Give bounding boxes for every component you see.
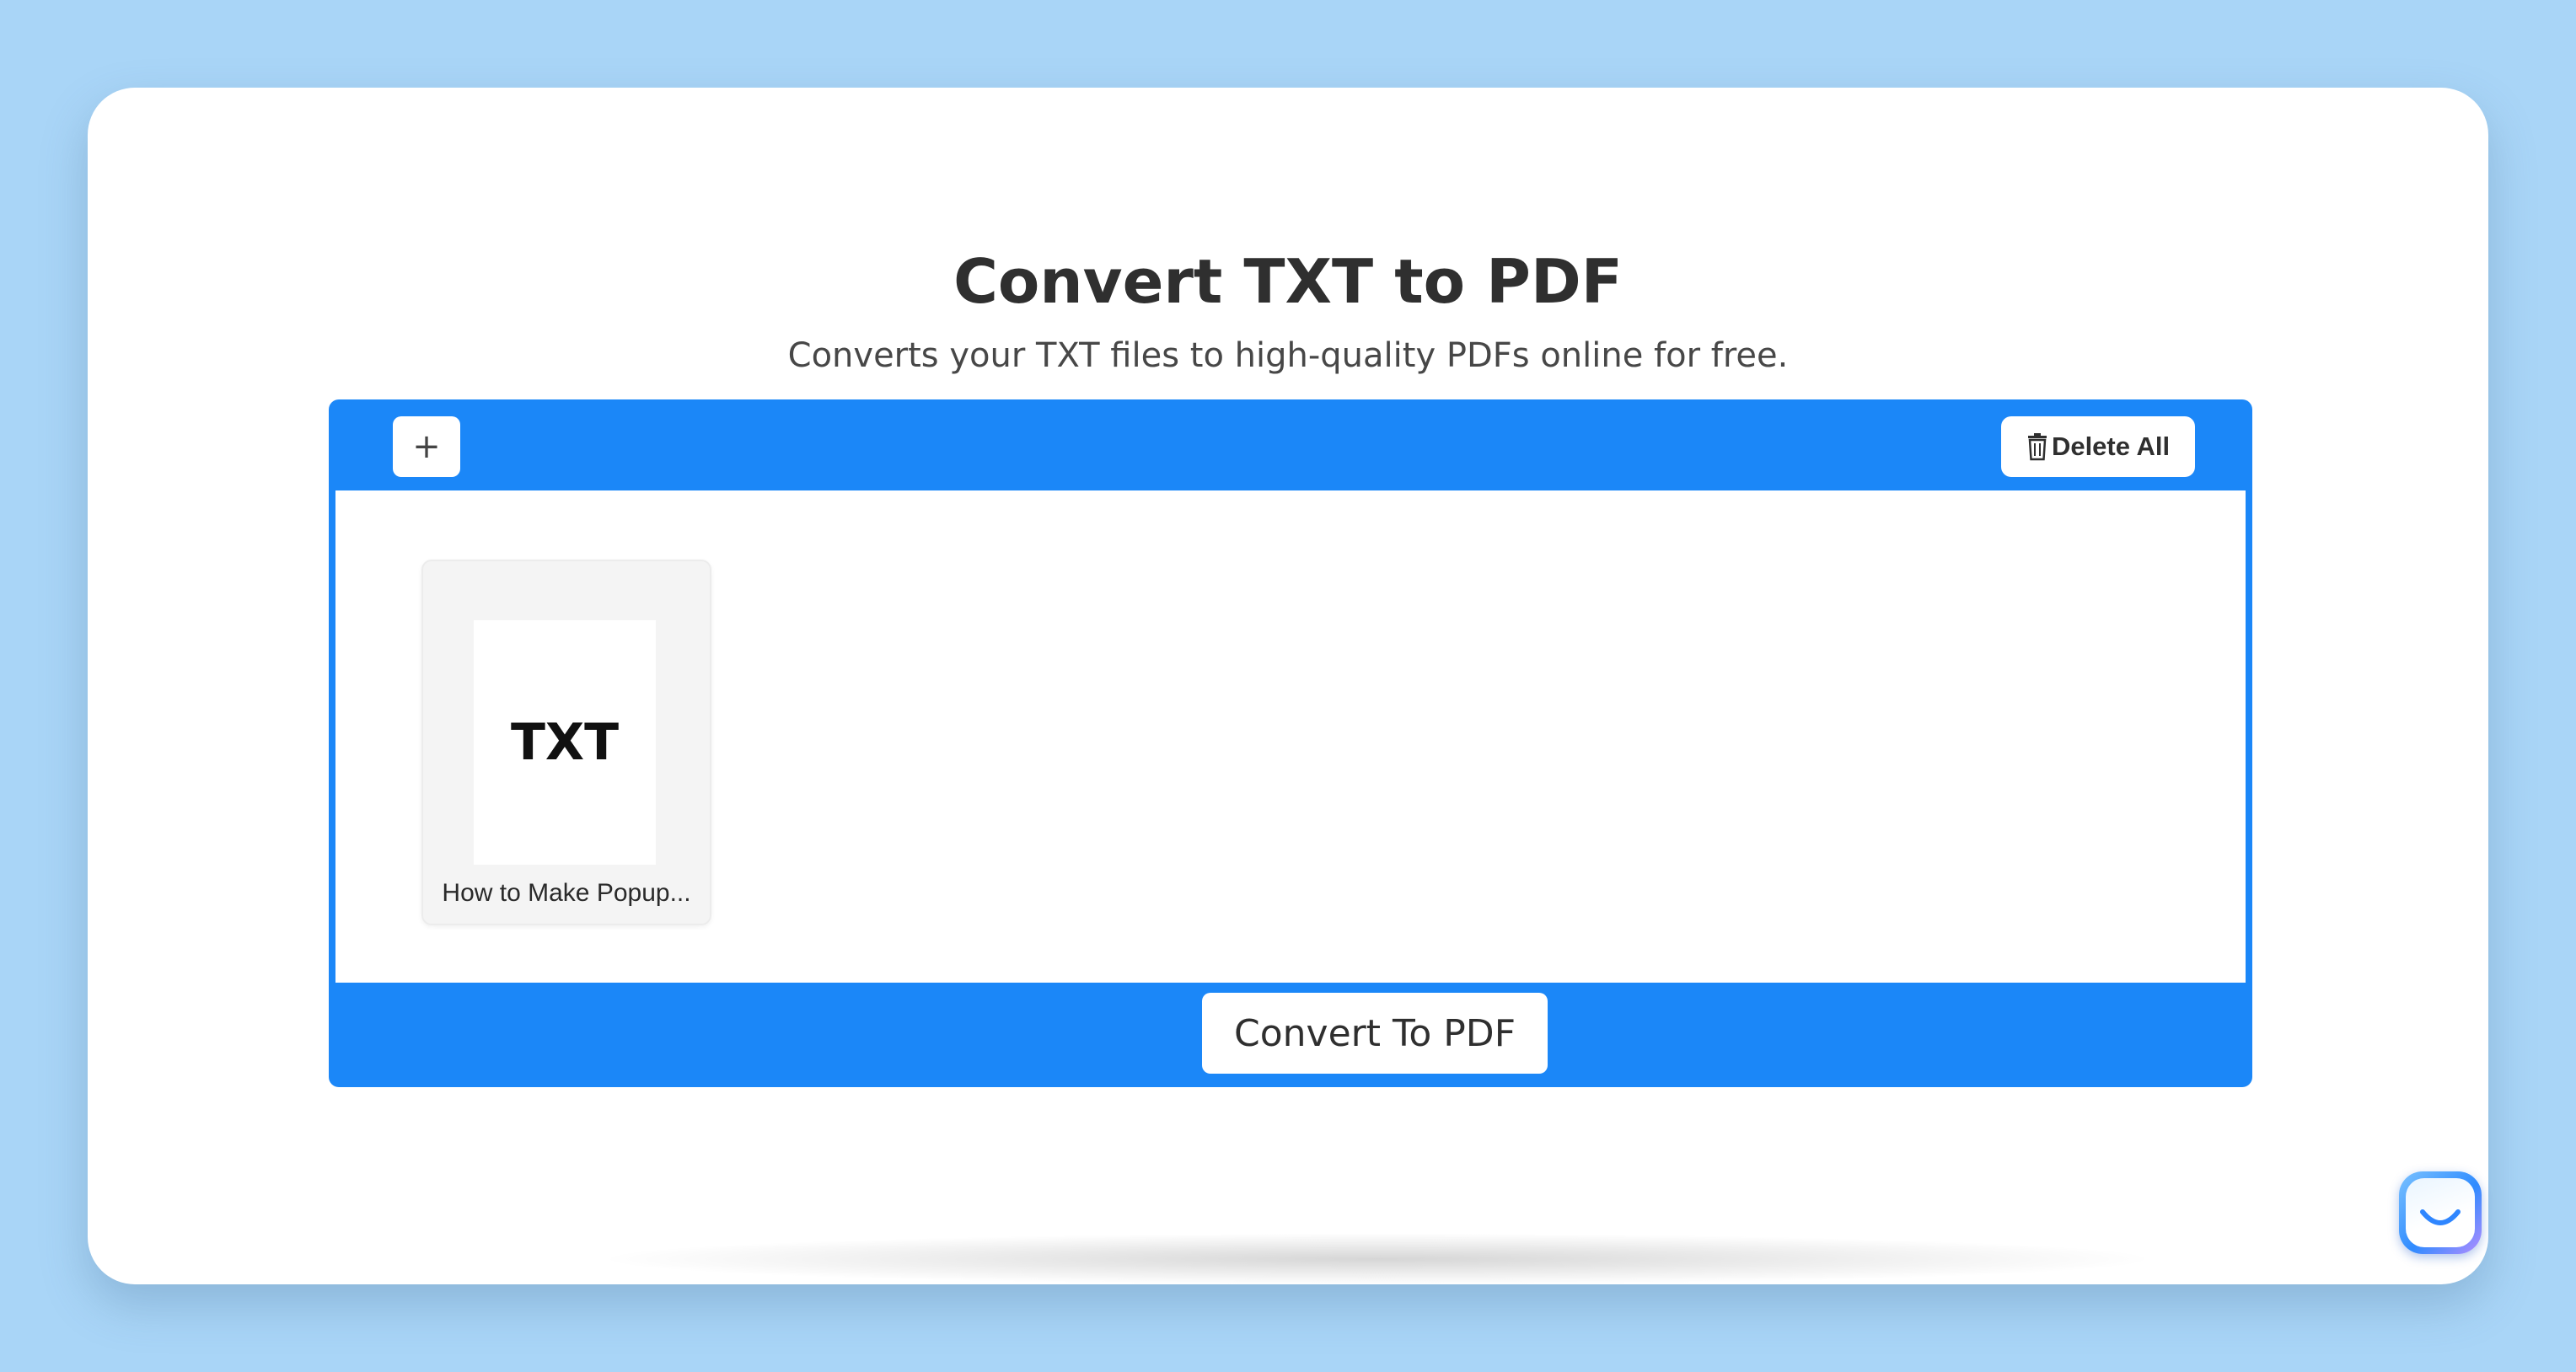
smile-chat-icon xyxy=(2420,1209,2461,1225)
file-type-label: TXT xyxy=(510,713,620,772)
delete-all-label: Delete All xyxy=(2051,431,2171,461)
card-bottom-shadow xyxy=(610,1234,2144,1284)
file-thumbnail: TXT xyxy=(474,620,656,865)
add-file-button[interactable]: + xyxy=(393,416,460,477)
chat-widget-button[interactable] xyxy=(2399,1171,2482,1254)
main-card: Convert TXT to PDF Converts your TXT fil… xyxy=(88,88,2488,1284)
page-subtitle: Converts your TXT files to high-quality … xyxy=(787,336,1789,375)
file-name: How to Make Popup... xyxy=(442,879,691,907)
delete-all-button[interactable]: Delete All xyxy=(2001,416,2195,477)
page-title: Convert TXT to PDF xyxy=(953,246,1623,317)
trash-icon xyxy=(2027,433,2047,461)
file-item[interactable]: TXT How to Make Popup... xyxy=(421,560,711,925)
chat-widget-face xyxy=(2406,1178,2475,1247)
converter-panel: + Delete All TXT How to Make Popup... Co… xyxy=(329,399,2252,1087)
plus-icon: + xyxy=(412,427,441,466)
convert-to-pdf-button[interactable]: Convert To PDF xyxy=(1202,993,1548,1074)
file-drop-area[interactable]: TXT How to Make Popup... xyxy=(335,490,2246,983)
